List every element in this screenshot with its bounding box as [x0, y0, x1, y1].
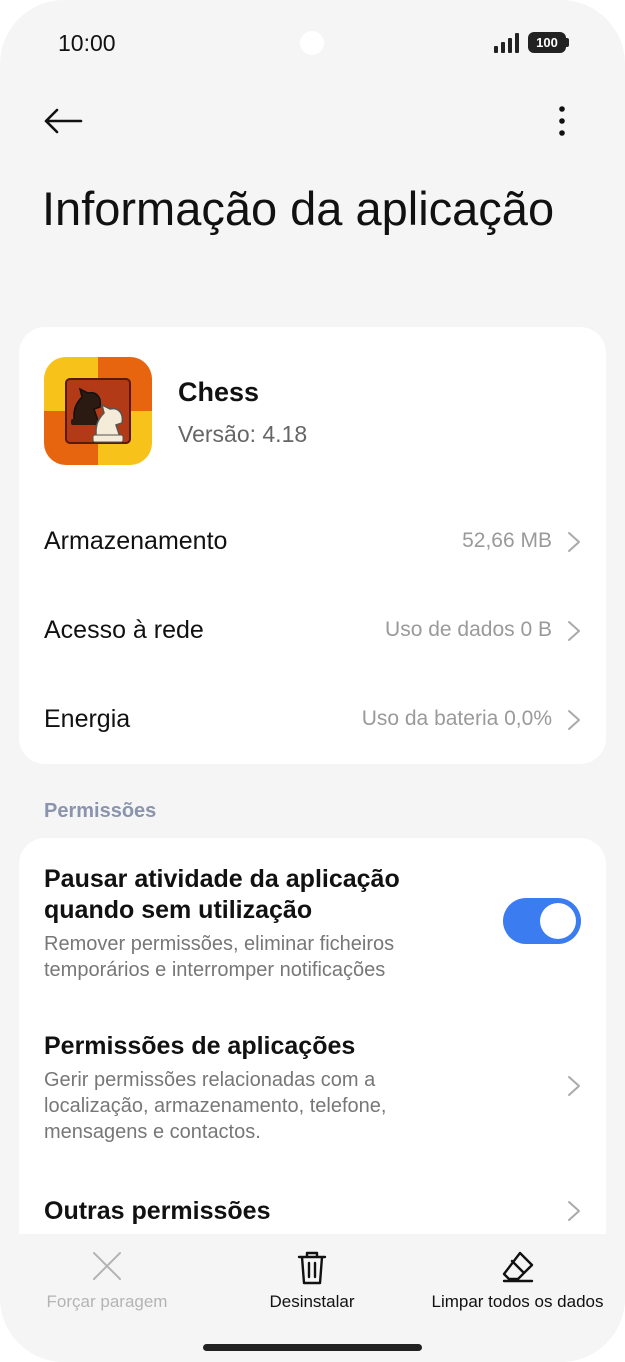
app-permissions-title: Permissões de aplicações [44, 1032, 356, 1060]
chevron-right-icon [568, 1201, 580, 1221]
eraser-icon [502, 1251, 533, 1283]
network-label: Acesso à rede [44, 616, 204, 644]
toggle-knob [540, 903, 576, 939]
chevron-right-icon [568, 710, 580, 730]
app-info-card: Chess Versão: 4.18 Armazenamento 52,66 M… [19, 327, 606, 764]
force-stop-label: Forçar paragem [46, 1292, 168, 1311]
network-row[interactable]: Acesso à rede Uso de dados 0 B [19, 594, 606, 666]
clear-data-button[interactable]: Limpar todos os dados [420, 1234, 615, 1324]
pause-activity-title: Pausar atividade da aplicação quando sem… [44, 865, 400, 924]
phone-screen: 10:00 100 Informação da aplicação Chess … [0, 0, 625, 1362]
pause-activity-toggle[interactable] [503, 898, 581, 944]
permissions-card: Pausar atividade da aplicação quando sem… [19, 838, 606, 1258]
energy-row[interactable]: Energia Uso da bateria 0,0% [19, 683, 606, 755]
uninstall-label: Desinstalar [269, 1292, 355, 1311]
chevron-right-icon [568, 621, 580, 641]
chess-knight-app-icon [44, 357, 152, 465]
status-bar: 10:00 100 [0, 0, 625, 86]
app-version: Versão: 4.18 [178, 421, 308, 447]
chevron-right-icon [568, 1076, 580, 1096]
pause-activity-description: Remover permissões, eliminar ficheiros t… [44, 933, 395, 981]
battery-tip [566, 38, 569, 47]
storage-row[interactable]: Armazenamento 52,66 MB [19, 505, 606, 577]
camera-cutout [300, 31, 324, 55]
bottom-action-bar: Forçar paragem Desinstalar Limpar todos … [0, 1234, 625, 1362]
arrow-left-icon [44, 108, 83, 134]
status-time: 10:00 [58, 30, 116, 56]
energy-label: Energia [44, 705, 131, 733]
page-title: Informação da aplicação [42, 182, 555, 235]
more-vertical-icon [559, 106, 565, 136]
force-stop-button[interactable]: Forçar paragem [32, 1234, 182, 1324]
more-options-button[interactable] [540, 96, 584, 146]
uninstall-button[interactable]: Desinstalar [247, 1234, 377, 1324]
home-indicator[interactable] [203, 1344, 422, 1351]
network-value: Uso de dados 0 B [385, 618, 552, 641]
close-icon [93, 1252, 121, 1280]
signal-icon [494, 33, 519, 53]
storage-label: Armazenamento [44, 527, 228, 555]
chevron-right-icon [568, 532, 580, 552]
clear-data-label: Limpar todos os dados [431, 1292, 604, 1311]
trash-icon [297, 1251, 327, 1285]
other-permissions-title: Outras permissões [44, 1197, 271, 1225]
permissions-section-header: Permissões [44, 800, 157, 822]
energy-value: Uso da bateria 0,0% [361, 707, 552, 730]
storage-value: 52,66 MB [462, 529, 552, 552]
app-permissions-description: Gerir permissões relacionadas com a loca… [44, 1069, 387, 1143]
battery-icon: 100 [528, 32, 566, 53]
back-button[interactable] [36, 96, 90, 146]
app-name: Chess [178, 377, 260, 407]
